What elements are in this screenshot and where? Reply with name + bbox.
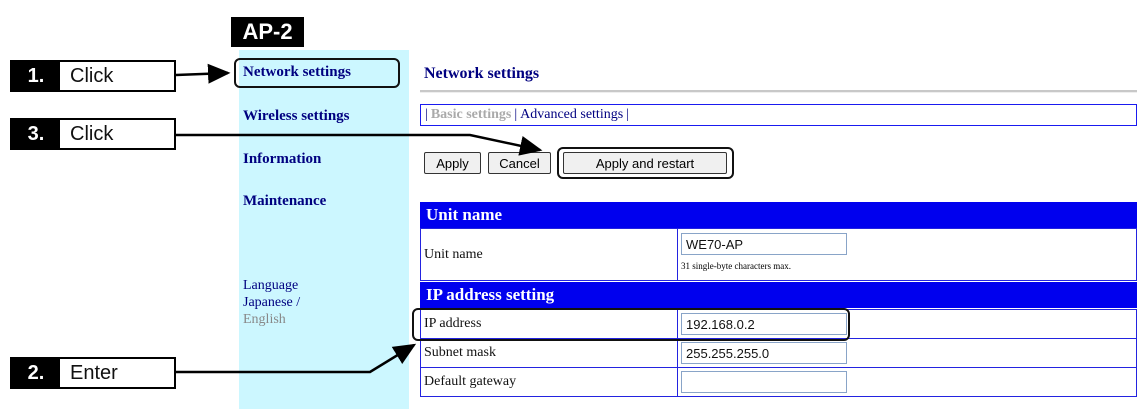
arrow-step-2 [176, 343, 417, 374]
arrow-step-1 [175, 63, 231, 84]
arrow-step-3 [176, 133, 543, 156]
callout-arrows [175, 63, 543, 374]
